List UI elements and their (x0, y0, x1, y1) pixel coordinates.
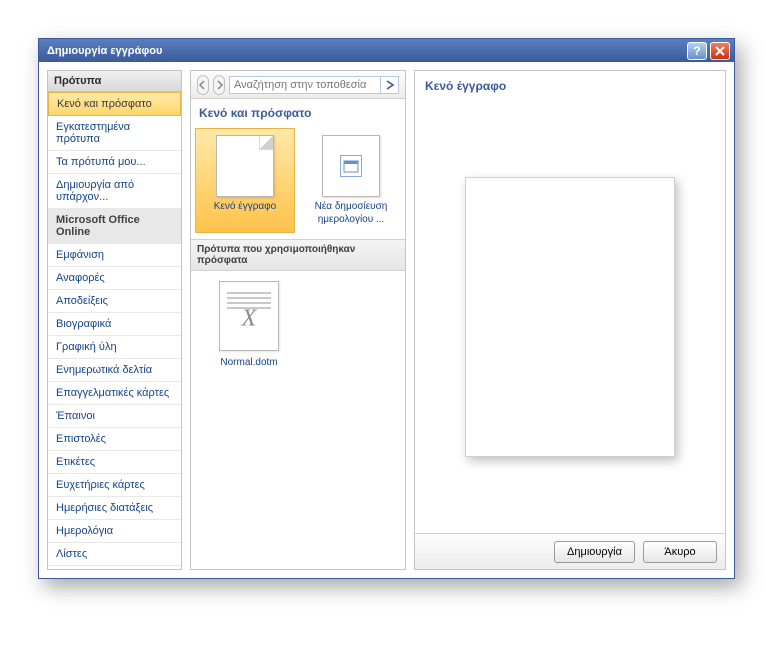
sidebar-item-label: Γραφική ύλη (56, 341, 117, 353)
sidebar-item-label: Επαγγελματικές κάρτες (56, 387, 169, 399)
sidebar-item-newsletters[interactable]: Ενημερωτικά δελτία (48, 359, 181, 382)
preview-body (415, 101, 725, 533)
template-label: Νέα δημοσίευση ημερολογίου ... (304, 201, 398, 226)
sidebar-item-label: Εγκατεστημένα πρότυπα (56, 121, 130, 145)
sidebar-item-label: Επιστολές (56, 433, 106, 445)
sidebar-item-label: Ημερήσιες διατάξεις (56, 502, 153, 514)
template-row: Κενό έγγραφο Νέα δημοσίευση ημερολογίο (191, 124, 405, 239)
sidebar-item-resumes[interactable]: Βιογραφικά (48, 313, 181, 336)
sidebar-item-label: Βιογραφικά (56, 318, 111, 330)
sidebar-item-label: Εμφάνιση (56, 249, 104, 261)
sidebar-item-calendars[interactable]: Ημερολόγια (48, 520, 181, 543)
nav-forward-icon[interactable] (213, 75, 225, 95)
template-file-icon: X (219, 281, 279, 351)
close-icon[interactable] (710, 42, 730, 60)
create-button[interactable]: Δημιουργία (554, 541, 635, 563)
sidebar-item-greeting-cards[interactable]: Ευχετήριες κάρτες (48, 474, 181, 497)
calendar-post-icon (322, 135, 380, 197)
recent-template-label: Normal.dotm (199, 357, 299, 370)
dialog-title: Δημιουργία εγγράφου (47, 45, 687, 57)
sidebar-item-label: Κενό και πρόσφατο (57, 98, 152, 110)
preview-title: Κενό έγγραφο (415, 71, 725, 101)
preview-page-icon (465, 177, 675, 457)
sidebar-item-label: Ενημερωτικά δελτία (56, 364, 152, 376)
sidebar-item-label: Έπαινοι (56, 410, 95, 422)
sidebar-item-label: Δημιουργία από υπάρχον... (56, 179, 134, 203)
sidebar-item-blank-recent[interactable]: Κενό και πρόσφατο (48, 92, 181, 116)
sidebar-item-letters[interactable]: Επιστολές (48, 428, 181, 451)
sidebar-item-from-existing[interactable]: Δημιουργία από υπάρχον... (48, 174, 181, 209)
sidebar-item-labels[interactable]: Ετικέτες (48, 451, 181, 474)
sidebar-item-awards[interactable]: Έπαινοι (48, 405, 181, 428)
sidebar-item-receipts[interactable]: Αποδείξεις (48, 290, 181, 313)
sidebar-item-label: Λίστες (56, 548, 87, 560)
sidebar-item-label: Αποδείξεις (56, 295, 108, 307)
sidebar-section-office-online: Microsoft Office Online (48, 209, 181, 244)
template-calendar-post[interactable]: Νέα δημοσίευση ημερολογίου ... (301, 128, 401, 233)
help-icon[interactable]: ? (687, 42, 707, 60)
sidebar-item-label: Ευχετήριες κάρτες (56, 479, 145, 491)
sidebar-item-agendas[interactable]: Ημερήσιες διατάξεις (48, 497, 181, 520)
recent-area: X Normal.dotm (191, 271, 405, 380)
sidebar-header: Πρότυπα (48, 71, 181, 92)
sidebar-item-featured[interactable]: Εμφάνιση (48, 244, 181, 267)
nav-back-icon[interactable] (197, 75, 209, 95)
blank-doc-icon (216, 135, 274, 197)
sidebar-item-label: Microsoft Office Online (56, 214, 140, 238)
templates-sidebar: Πρότυπα Κενό και πρόσφατο Εγκατεστημένα … (47, 70, 182, 570)
sidebar-item-stationery[interactable]: Γραφική ύλη (48, 336, 181, 359)
template-blank-document[interactable]: Κενό έγγραφο (195, 128, 295, 233)
search-wrap (229, 76, 399, 94)
sidebar-item-label: Ημερολόγια (56, 525, 113, 537)
section-title: Κενό και πρόσφατο (191, 99, 405, 124)
search-go-icon[interactable] (380, 77, 398, 93)
search-input[interactable] (230, 79, 380, 91)
sidebar-item-my-templates[interactable]: Τα πρότυπά μου... (48, 151, 181, 174)
titlebar: Δημιουργία εγγράφου ? (39, 39, 734, 62)
preview-panel: Κενό έγγραφο Δημιουργία Άκυρο (414, 70, 726, 570)
sidebar-item-reports[interactable]: Αναφορές (48, 267, 181, 290)
templates-panel: Κενό και πρόσφατο Κενό έγγραφο (190, 70, 406, 570)
new-document-dialog: Δημιουργία εγγράφου ? Πρότυπα Κενό και π… (38, 38, 735, 579)
recent-band: Πρότυπα που χρησιμοποιήθηκαν πρόσφατα (191, 239, 405, 271)
sidebar-item-installed[interactable]: Εγκατεστημένα πρότυπα (48, 116, 181, 151)
sidebar-item-label: Τα πρότυπά μου... (56, 156, 146, 168)
recent-template-normal[interactable]: X Normal.dotm (199, 281, 299, 370)
sidebar-item-label: Ετικέτες (56, 456, 95, 468)
sidebar-item-lists[interactable]: Λίστες (48, 543, 181, 566)
cancel-button[interactable]: Άκυρο (643, 541, 717, 563)
templates-toolbar (191, 71, 405, 99)
sidebar-item-label: Αναφορές (56, 272, 105, 284)
template-label: Κενό έγγραφο (198, 201, 292, 214)
sidebar-item-gift-certs[interactable]: Πιστοποιητικά δώρων (48, 566, 181, 570)
dialog-footer: Δημιουργία Άκυρο (415, 533, 725, 569)
sidebar-item-business-cards[interactable]: Επαγγελματικές κάρτες (48, 382, 181, 405)
